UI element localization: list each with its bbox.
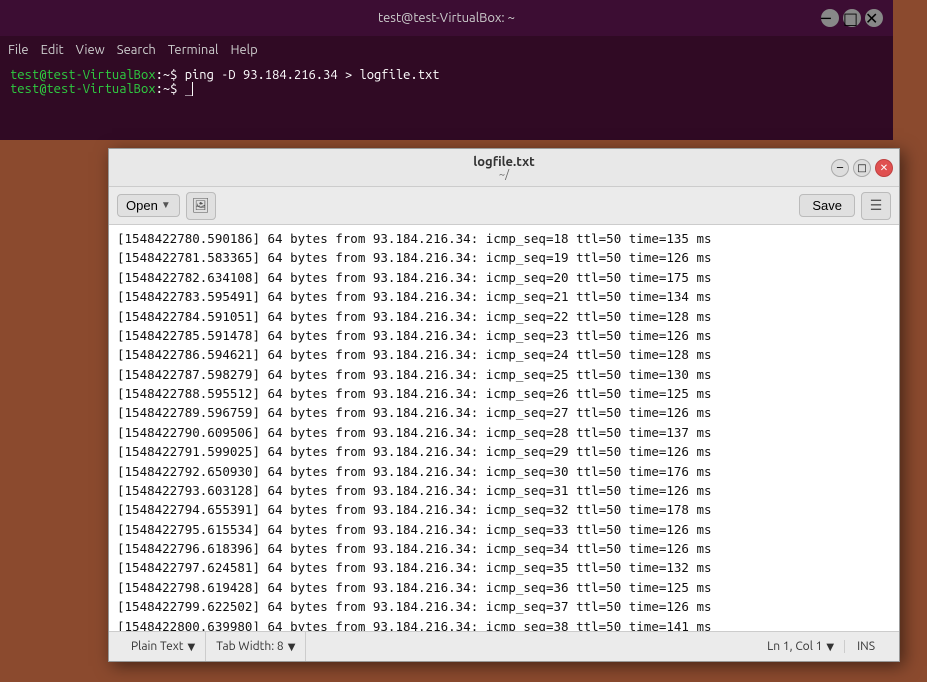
plain-text-chevron: ▼	[188, 641, 196, 653]
editor-toolbar: Open ▼ 🖼 Save ☰	[109, 187, 899, 225]
cursor-position-label: Ln 1, Col 1	[767, 640, 822, 653]
terminal-close-button[interactable]: ✕	[865, 9, 883, 27]
insert-mode-label: INS	[845, 640, 887, 653]
editor-window-controls: ─ □ ✕	[831, 159, 893, 177]
tab-width-status[interactable]: Tab Width: 8 ▼	[206, 632, 306, 661]
terminal-prompt-2: test@test-VirtualBox	[10, 82, 156, 96]
editor-filename: logfile.txt	[473, 155, 534, 169]
editor-window: logfile.txt ~/ ─ □ ✕ Open ▼ 🖼 Save ☰ [15…	[108, 148, 900, 662]
editor-close-button[interactable]: ✕	[875, 159, 893, 177]
terminal-minimize-button[interactable]: ─	[821, 9, 839, 27]
terminal-command-2: :~$ █	[156, 82, 193, 96]
plain-text-status[interactable]: Plain Text ▼	[121, 632, 206, 661]
menu-file[interactable]: File	[8, 43, 29, 57]
cursor-position-chevron: ▼	[826, 641, 834, 653]
terminal-titlebar: test@test-VirtualBox: ~ ─ □ ✕	[0, 0, 893, 36]
editor-text: [1548422780.590186] 64 bytes from 93.184…	[117, 229, 891, 631]
save-label: Save	[812, 198, 842, 213]
menu-view[interactable]: View	[76, 43, 105, 57]
cursor-position-status[interactable]: Ln 1, Col 1 ▼	[757, 640, 845, 653]
editor-titlebar: logfile.txt ~/ ─ □ ✕	[109, 149, 899, 187]
terminal-menubar: File Edit View Search Terminal Help	[0, 36, 893, 64]
menu-help[interactable]: Help	[230, 43, 257, 57]
terminal-maximize-button[interactable]: □	[843, 9, 861, 27]
toolbar-image-button[interactable]: 🖼	[186, 192, 216, 220]
menu-search[interactable]: Search	[117, 43, 156, 57]
plain-text-label: Plain Text	[131, 640, 184, 653]
editor-minimize-button[interactable]: ─	[831, 159, 849, 177]
open-dropdown-arrow: ▼	[161, 200, 171, 211]
editor-maximize-button[interactable]: □	[853, 159, 871, 177]
terminal-line-2: test@test-VirtualBox:~$ █	[10, 82, 883, 96]
open-label: Open	[126, 198, 158, 213]
hamburger-icon: ☰	[870, 197, 883, 214]
terminal-content: test@test-VirtualBox:~$ ping -D 93.184.2…	[0, 64, 893, 100]
editor-statusbar: Plain Text ▼ Tab Width: 8 ▼ Ln 1, Col 1 …	[109, 631, 899, 661]
tab-width-label: Tab Width: 8	[216, 640, 283, 653]
editor-filepath: ~/	[473, 169, 534, 181]
save-button[interactable]: Save	[799, 194, 855, 217]
editor-content[interactable]: [1548422780.590186] 64 bytes from 93.184…	[109, 225, 899, 631]
terminal-title: test@test-VirtualBox: ~	[378, 11, 515, 25]
image-icon: 🖼	[192, 197, 210, 214]
statusbar-right: Ln 1, Col 1 ▼ INS	[757, 640, 887, 653]
terminal-prompt-1: test@test-VirtualBox	[10, 68, 156, 82]
terminal-window-controls: ─ □ ✕	[821, 9, 883, 27]
menu-edit[interactable]: Edit	[41, 43, 64, 57]
open-button[interactable]: Open ▼	[117, 194, 180, 217]
tab-width-chevron: ▼	[288, 641, 296, 653]
terminal-window: test@test-VirtualBox: ~ ─ □ ✕ File Edit …	[0, 0, 893, 140]
menu-terminal[interactable]: Terminal	[168, 43, 219, 57]
editor-title: logfile.txt ~/	[473, 155, 534, 181]
terminal-line-1: test@test-VirtualBox:~$ ping -D 93.184.2…	[10, 68, 883, 82]
hamburger-menu-button[interactable]: ☰	[861, 192, 891, 220]
terminal-command-1: :~$ ping -D 93.184.216.34 > logfile.txt	[156, 68, 440, 82]
